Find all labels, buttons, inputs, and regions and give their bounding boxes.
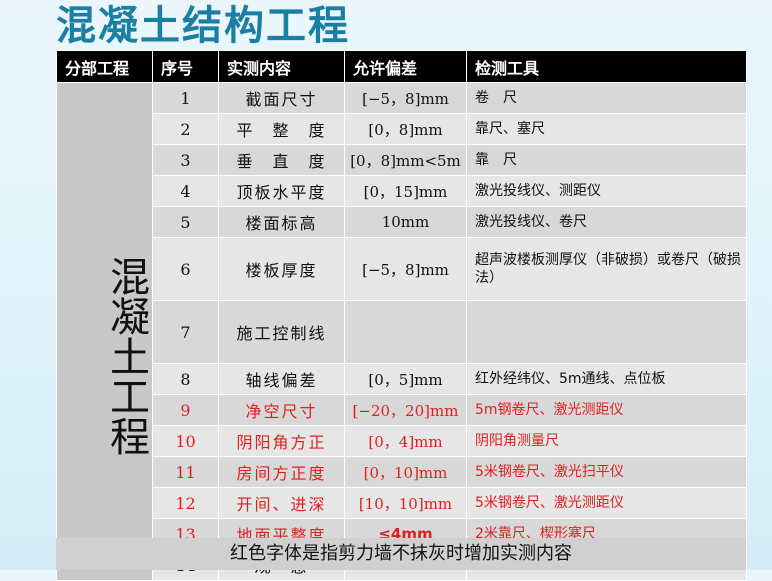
row-seq: 8 bbox=[152, 363, 219, 395]
row-item: 房间方正度 bbox=[218, 456, 345, 488]
row-item: 开间、进深 bbox=[218, 487, 345, 519]
row-item: 垂 直 度 bbox=[218, 144, 345, 176]
row-tool: 激光投线仪、测距仪 bbox=[466, 175, 747, 207]
header-item: 实测内容 bbox=[218, 50, 345, 83]
header-seq: 序号 bbox=[152, 50, 219, 83]
row-item: 截面尺寸 bbox=[218, 82, 345, 114]
row-tolerance: 10mm bbox=[344, 206, 467, 238]
row-tolerance: [0，5]mm bbox=[344, 363, 467, 395]
row-tool: 超声波楼板测厚仪（非破损）或卷尺（破损法） bbox=[466, 237, 747, 301]
row-seq: 12 bbox=[152, 487, 219, 519]
table-row: 9 净空尺寸 [−20，20]mm 5m钢卷尺、激光测距仪 bbox=[57, 394, 747, 426]
header-category: 分部工程 bbox=[56, 50, 153, 83]
row-tolerance: [0，8]mm<5m bbox=[344, 144, 467, 176]
table-row: 2平 整 度 [0，8]mm 靠尺、塞尺 bbox=[57, 113, 747, 145]
row-tolerance: [0，4]mm bbox=[344, 425, 467, 457]
row-tool: 5m钢卷尺、激光测距仪 bbox=[466, 394, 747, 426]
row-tool: 5米钢卷尺、激光测距仪 bbox=[466, 487, 747, 519]
row-tool: 激光投线仪、卷尺 bbox=[466, 206, 747, 238]
row-tool: 阴阳角测量尺 bbox=[466, 425, 747, 457]
row-tolerance: [0，15]mm bbox=[344, 175, 467, 207]
table-row: 8 轴线偏差 [0，5]mm 红外经纬仪、5m通线、点位板 bbox=[57, 363, 747, 395]
row-seq: 9 bbox=[152, 394, 219, 426]
header-tolerance: 允许偏差 bbox=[344, 50, 467, 83]
row-seq: 1 bbox=[152, 82, 219, 114]
row-seq: 3 bbox=[152, 144, 219, 176]
table-row: 4 顶板水平度 [0，15]mm 激光投线仪、测距仪 bbox=[57, 175, 747, 207]
row-item: 净空尺寸 bbox=[218, 394, 345, 426]
row-tolerance: [−5，8]mm bbox=[344, 237, 467, 301]
row-tool bbox=[466, 300, 747, 364]
row-item: 阴阳角方正 bbox=[218, 425, 345, 457]
row-tool: 靠尺、塞尺 bbox=[466, 113, 747, 145]
row-tolerance: [0，10]mm bbox=[344, 456, 467, 488]
row-seq: 7 bbox=[152, 300, 219, 364]
row-item: 施工控制线 bbox=[218, 300, 345, 364]
row-tolerance: [10，10]mm bbox=[344, 487, 467, 519]
row-tool: 卷 尺 bbox=[466, 82, 747, 114]
table-row: 10 阴阳角方正 [0，4]mm 阴阳角测量尺 bbox=[57, 425, 747, 457]
row-seq: 11 bbox=[152, 456, 219, 488]
table-row: 5 楼面标高 10mm 激光投线仪、卷尺 bbox=[57, 206, 747, 238]
row-seq: 4 bbox=[152, 175, 219, 207]
row-item: 顶板水平度 bbox=[218, 175, 345, 207]
table-row: 11 房间方正度 [0，10]mm 5米钢卷尺、激光扫平仪 bbox=[57, 456, 747, 488]
table-row: 7 施工控制线 bbox=[57, 300, 747, 364]
table-row: 3垂 直 度 [0，8]mm<5m 靠 尺 bbox=[57, 144, 747, 176]
row-tool: 5米钢卷尺、激光扫平仪 bbox=[466, 456, 747, 488]
page-title: 混凝土结构工程 bbox=[56, 3, 350, 49]
row-tolerance: [0，8]mm bbox=[344, 113, 467, 145]
inspection-table: 分部工程 序号 实测内容 允许偏差 检测工具 混凝土工程 1 截面尺寸 [−5，8]m… bbox=[56, 50, 747, 581]
row-seq: 5 bbox=[152, 206, 219, 238]
row-tool: 红外经纬仪、5m通线、点位板 bbox=[466, 363, 747, 395]
row-seq: 2 bbox=[152, 113, 219, 145]
row-item: 楼板厚度 bbox=[218, 237, 345, 301]
row-tolerance: [−5，8]mm bbox=[344, 82, 467, 114]
row-item: 平 整 度 bbox=[218, 113, 345, 145]
header-tool: 检测工具 bbox=[466, 50, 747, 83]
category-cell: 混凝土工程 bbox=[56, 82, 153, 581]
row-tolerance: [−20，20]mm bbox=[344, 394, 467, 426]
row-tolerance bbox=[344, 300, 467, 364]
row-seq: 10 bbox=[152, 425, 219, 457]
table-row: 6 楼板厚度 [−5，8]mm 超声波楼板测厚仪（非破损）或卷尺（破损法） bbox=[57, 237, 747, 301]
row-item: 楼面标高 bbox=[218, 206, 345, 238]
table-header-row: 分部工程 序号 实测内容 允许偏差 检测工具 bbox=[56, 50, 747, 83]
table-row: 12 开间、进深 [10，10]mm 5米钢卷尺、激光测距仪 bbox=[57, 487, 747, 519]
footnote: 红色字体是指剪力墙不抹灰时增加实测内容 bbox=[56, 538, 746, 570]
row-item: 轴线偏差 bbox=[218, 363, 345, 395]
row-tool: 靠 尺 bbox=[466, 144, 747, 176]
table-row: 混凝土工程 1 截面尺寸 [−5，8]mm 卷 尺 bbox=[56, 82, 747, 581]
row-seq: 6 bbox=[152, 237, 219, 301]
